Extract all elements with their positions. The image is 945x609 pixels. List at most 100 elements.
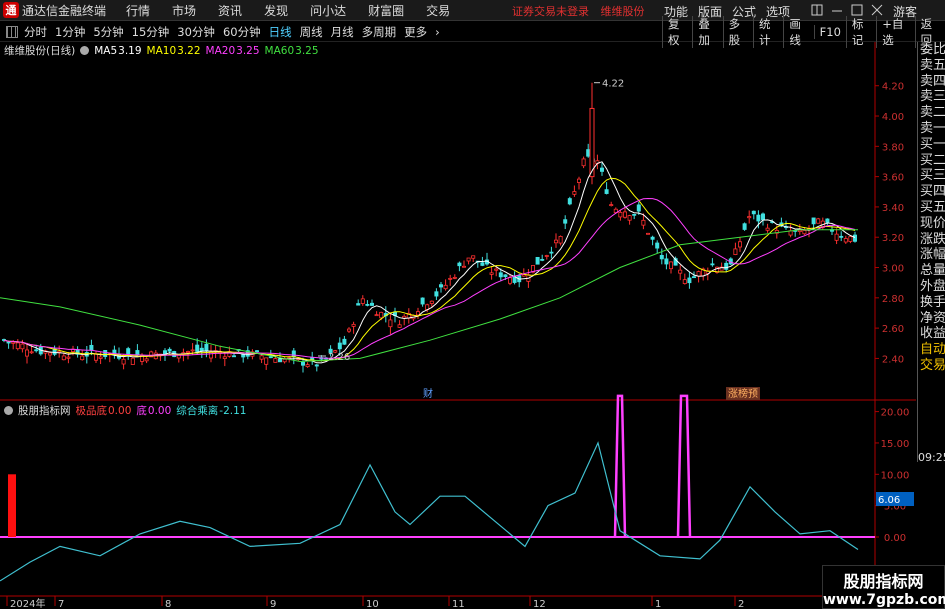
candle-body xyxy=(48,352,53,356)
side-panel-item[interactable]: 涨幅 xyxy=(918,247,945,263)
candle-body xyxy=(185,351,190,353)
kline-chart[interactable]: 4.20 4.00 3.80 3.60 3.40 3.20 3.00 2.80 2.60 2.40… xyxy=(0,42,916,609)
candle-body xyxy=(650,236,655,240)
candle-body xyxy=(374,314,379,317)
watermark-logo: 股朋指标网 www.7gpzb.com xyxy=(822,565,945,609)
menu-ask[interactable]: 问小达 xyxy=(310,2,346,19)
candle-body xyxy=(747,216,752,219)
side-panel-item[interactable]: 卖二 xyxy=(918,105,945,121)
side-panel-item[interactable]: 净资 xyxy=(918,311,945,327)
watermark-line2: www.7gpzb.com xyxy=(823,592,945,608)
current-stock-name[interactable]: 维维股份 xyxy=(601,5,645,18)
indicator-tick-label: 10.00 xyxy=(881,470,910,481)
side-panel-item[interactable]: 自动 xyxy=(918,342,945,358)
candle-body xyxy=(388,319,393,328)
side-panel-item[interactable]: 涨跌 xyxy=(918,232,945,248)
price-tick-label: 4.00 xyxy=(882,112,904,123)
side-panel-item[interactable]: 换手 xyxy=(918,295,945,311)
period-15min[interactable]: 15分钟 xyxy=(132,24,170,40)
candle-body xyxy=(853,234,858,242)
candle-body xyxy=(802,230,807,235)
side-panel-item[interactable]: 买五 xyxy=(918,200,945,216)
candle-body xyxy=(586,149,591,157)
candle-body xyxy=(839,235,844,238)
price-tick-label: 3.40 xyxy=(882,203,904,214)
tool-f10[interactable]: F10 xyxy=(813,25,846,39)
period-daily[interactable]: 日线 xyxy=(269,24,292,40)
side-panel-item[interactable]: 卖四 xyxy=(918,74,945,90)
candle-body xyxy=(577,178,582,183)
side-panel-item[interactable]: 总量 xyxy=(918,263,945,279)
indicator-settings-dot-icon[interactable] xyxy=(4,406,13,415)
indicator-spike xyxy=(676,394,692,538)
main-chart-legend: 维维股份(日线) MA5 3.19 MA10 3.22 MA20 3.25 MA60 3… xyxy=(4,43,324,58)
candle-body xyxy=(268,356,273,359)
side-panel-item[interactable]: 交易 xyxy=(918,358,945,374)
period-monthly[interactable]: 月线 xyxy=(331,24,354,40)
app-logo-icon: 通 xyxy=(3,2,19,18)
side-panel-item[interactable]: 买三 xyxy=(918,168,945,184)
trade-login-status[interactable]: 证券交易未登录 xyxy=(512,5,589,18)
side-panel-item[interactable]: 卖五 xyxy=(918,58,945,74)
candle-body xyxy=(466,257,471,262)
menu-wealth[interactable]: 财富圈 xyxy=(368,2,404,19)
candle-body xyxy=(144,358,149,362)
side-panel-item[interactable]: 买一 xyxy=(918,137,945,153)
candle-body xyxy=(623,211,628,218)
chevron-right-icon[interactable]: › xyxy=(435,25,440,39)
menu-quotes[interactable]: 行情 xyxy=(126,2,150,19)
side-panel-item[interactable]: 现价 xyxy=(918,216,945,232)
candle-body xyxy=(471,255,476,259)
side-panel-item[interactable]: 买四 xyxy=(918,184,945,200)
candle-body xyxy=(600,167,605,172)
candle-body xyxy=(135,350,140,356)
candle-body xyxy=(126,348,131,355)
settings-dot-icon[interactable] xyxy=(80,46,90,55)
side-panel-item[interactable]: 卖一 xyxy=(918,121,945,137)
candle-body xyxy=(503,274,508,278)
candle-body xyxy=(34,349,39,352)
period-multi[interactable]: 多周期 xyxy=(362,24,397,40)
candle-body xyxy=(434,291,439,297)
login-notice[interactable]: 证券交易未登录 维维股份 xyxy=(512,3,653,19)
high-price-label: 4.22 xyxy=(602,79,624,90)
side-panel-item[interactable]: 收益 xyxy=(918,326,945,342)
menu-news[interactable]: 资讯 xyxy=(218,2,242,19)
time-tick-label: 2 xyxy=(738,599,744,609)
period-weekly[interactable]: 周线 xyxy=(300,24,323,40)
price-tick-label: 3.80 xyxy=(882,142,904,153)
price-tick-label: 2.40 xyxy=(882,354,904,365)
candle-body xyxy=(342,338,347,345)
side-panel-item[interactable]: 委比 xyxy=(918,42,945,58)
period-1min[interactable]: 1分钟 xyxy=(55,24,85,40)
period-60min[interactable]: 60分钟 xyxy=(223,24,261,40)
candle-body xyxy=(264,357,269,365)
menu-trade[interactable]: 交易 xyxy=(426,2,450,19)
candle-body xyxy=(305,364,310,368)
side-panel-item[interactable]: 买二 xyxy=(918,153,945,169)
side-panel-item[interactable]: 卖三 xyxy=(918,89,945,105)
ma20-value: 3.25 xyxy=(236,44,260,57)
candle-body xyxy=(80,355,85,361)
candle-body xyxy=(572,191,577,195)
candle-body xyxy=(797,229,802,232)
time-tick-label: 1 xyxy=(655,599,661,609)
period-more[interactable]: 更多 xyxy=(404,24,427,40)
price-tick-label: 2.60 xyxy=(882,324,904,335)
candle-body xyxy=(563,219,568,224)
candle-body xyxy=(448,277,453,280)
candle-body xyxy=(452,276,457,279)
period-intraday[interactable]: 分时 xyxy=(24,24,47,40)
period-30min[interactable]: 30分钟 xyxy=(177,24,215,40)
time-tick-label: 10 xyxy=(366,599,379,609)
candle-body xyxy=(195,344,200,352)
close-icon[interactable] xyxy=(871,4,883,16)
layout-grid-icon[interactable] xyxy=(6,25,18,38)
menu-discover[interactable]: 发现 xyxy=(264,2,288,19)
maximize-icon[interactable] xyxy=(851,4,863,16)
menu-market[interactable]: 市场 xyxy=(172,2,196,19)
side-panel-item[interactable]: 外盘 xyxy=(918,279,945,295)
grid-icon[interactable] xyxy=(811,4,823,16)
event-marker-limit-up: 涨榜 xyxy=(728,387,748,400)
period-5min[interactable]: 5分钟 xyxy=(93,24,123,40)
